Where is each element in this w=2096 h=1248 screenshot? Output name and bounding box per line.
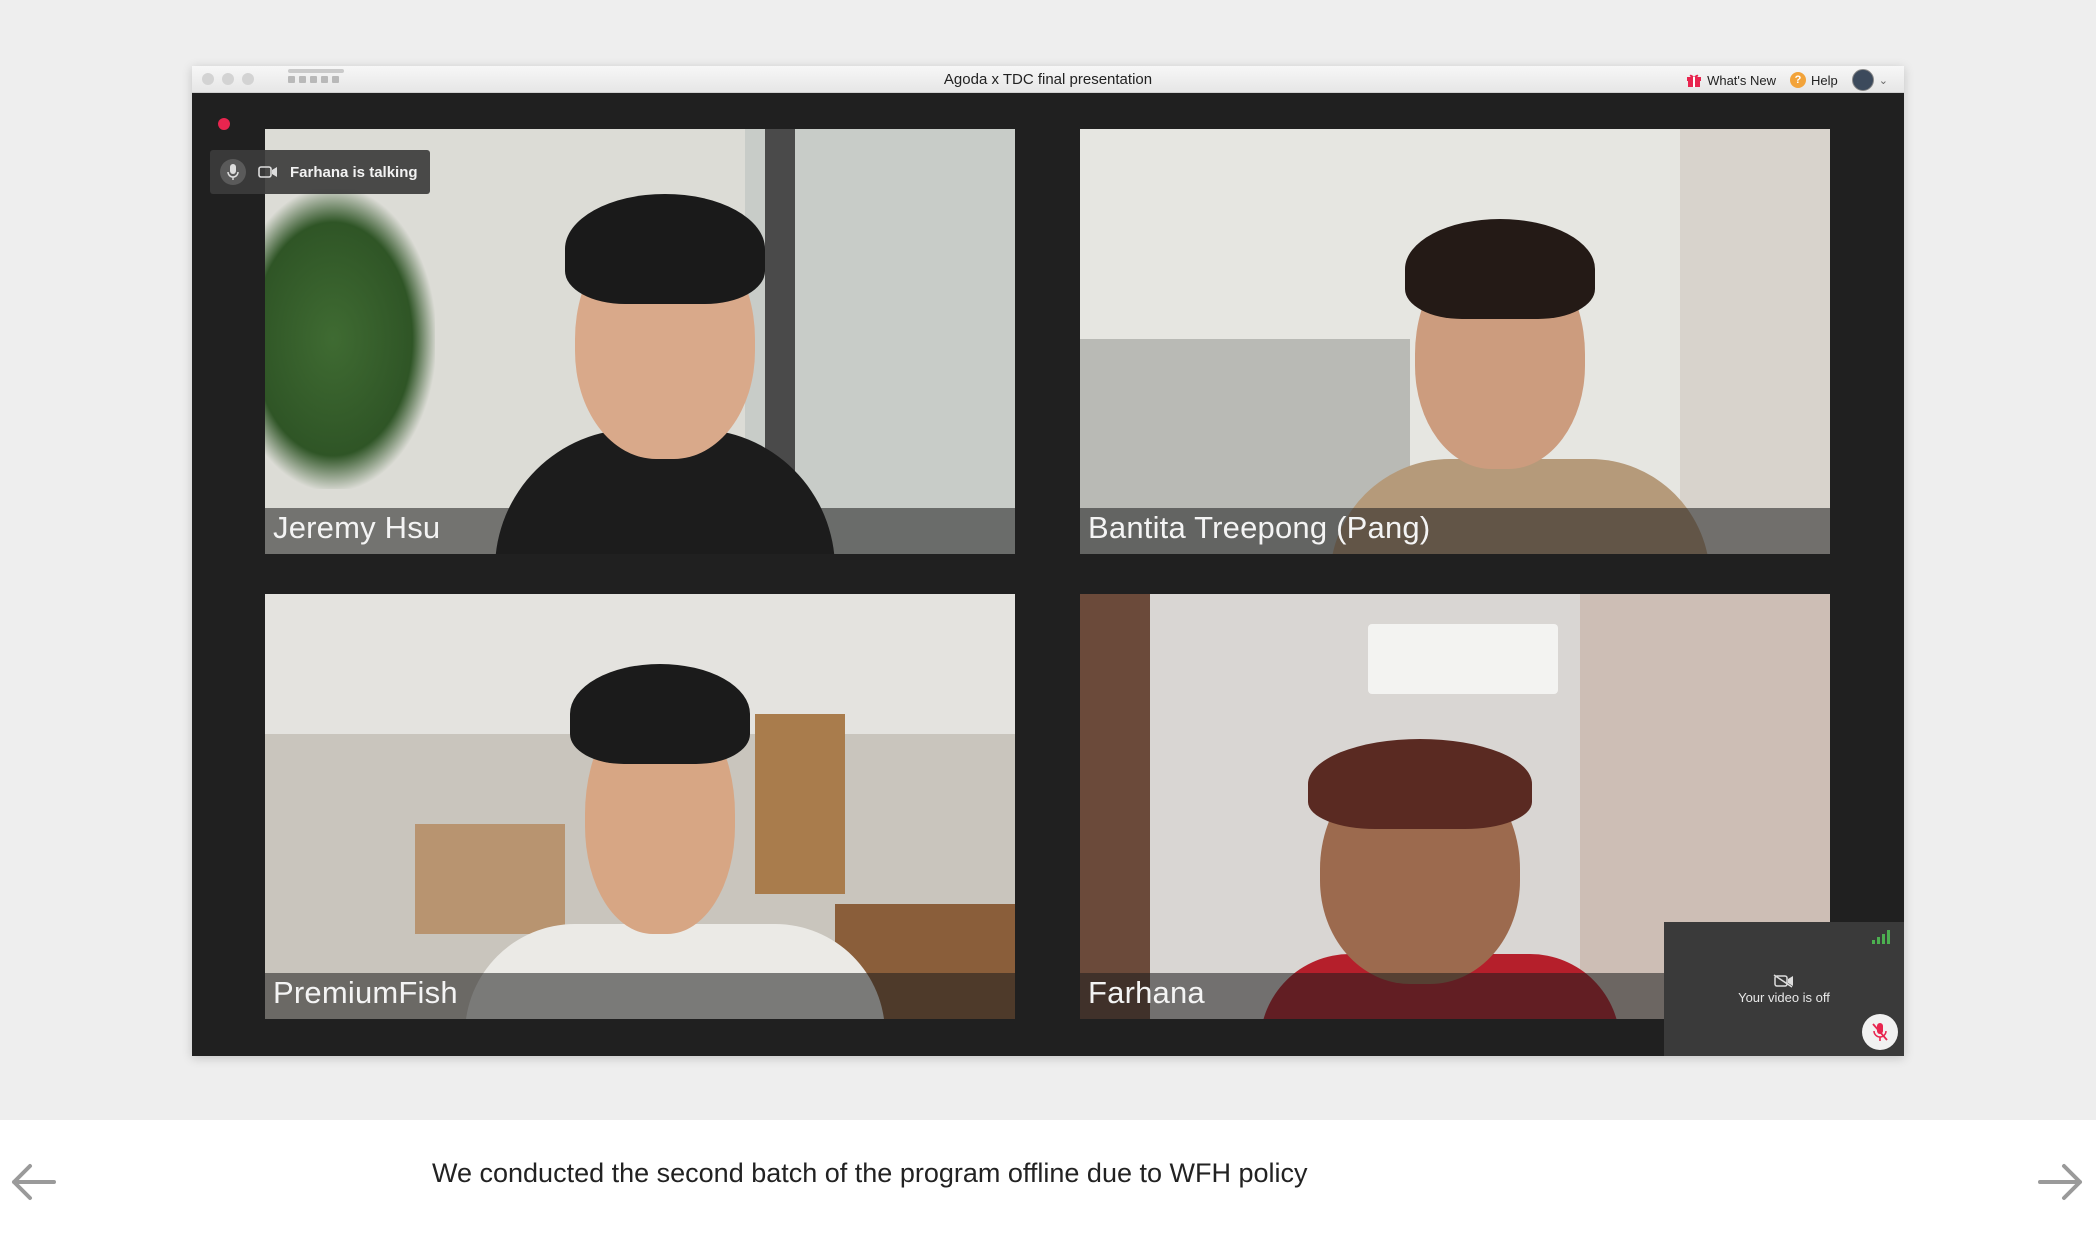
participant-name: Jeremy Hsu: [273, 510, 441, 545]
avatar: [1851, 69, 1874, 91]
account-menu[interactable]: ⌄: [1851, 69, 1888, 91]
talking-indicator: Farhana is talking: [210, 150, 430, 194]
talking-label: Farhana is talking: [290, 163, 418, 181]
participant-name: Farhana: [1088, 975, 1205, 1010]
arrow-right-icon[interactable]: [2036, 1157, 2086, 1207]
camera-icon[interactable]: [258, 165, 278, 179]
meeting-window: Agoda x TDC final presentation What's Ne…: [192, 66, 1904, 1056]
self-view[interactable]: Your video is off: [1664, 922, 1904, 1056]
help-button[interactable]: ? Help: [1790, 72, 1838, 88]
slide-caption: We conducted the second batch of the pro…: [432, 1158, 1308, 1188]
window-title: Agoda x TDC final presentation: [943, 71, 1153, 88]
whats-new-button[interactable]: What's New: [1686, 72, 1776, 88]
help-label: Help: [1811, 72, 1838, 88]
video-off-status: Your video is off: [1738, 990, 1830, 1005]
camera-off-icon: [1773, 974, 1793, 988]
recording-indicator: [218, 118, 230, 130]
slide-stage: Agoda x TDC final presentation What's Ne…: [0, 0, 2096, 1120]
unmute-button[interactable]: [1862, 1014, 1898, 1050]
mic-muted-icon: [1872, 1023, 1888, 1041]
video-tile-premiumfish[interactable]: PremiumFish: [265, 594, 1015, 1019]
whats-new-label: What's New: [1707, 72, 1777, 88]
title-bar: Agoda x TDC final presentation What's Ne…: [192, 66, 1904, 93]
chevron-down-icon: ⌄: [1878, 74, 1888, 87]
signal-icon: [1872, 930, 1890, 944]
video-tile-bantita[interactable]: Bantita Treepong (Pang): [1080, 129, 1830, 554]
help-icon: ?: [1790, 72, 1807, 88]
arrow-left-icon[interactable]: [8, 1157, 58, 1207]
participant-name: PremiumFish: [273, 975, 458, 1010]
gift-icon: [1687, 74, 1702, 87]
participant-name: Bantita Treepong (Pang): [1088, 510, 1431, 545]
mic-icon[interactable]: [220, 159, 246, 185]
